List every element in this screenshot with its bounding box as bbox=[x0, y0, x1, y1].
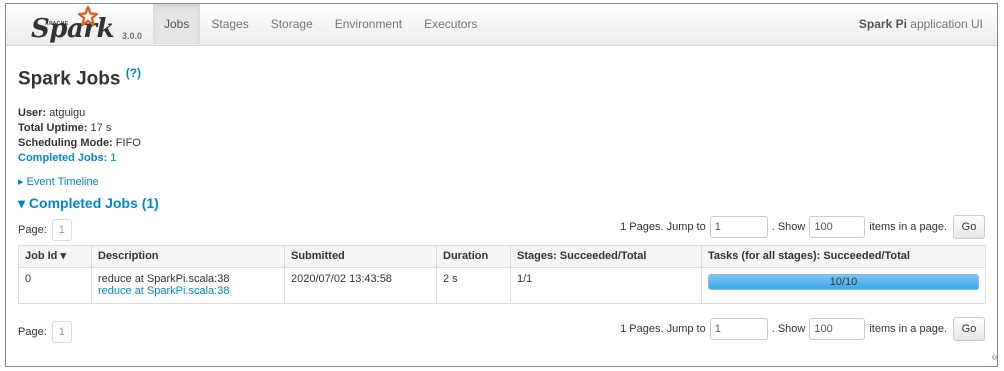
description-link[interactable]: reduce at SparkPi.scala:38 bbox=[98, 285, 229, 297]
page-label: Page: bbox=[18, 224, 47, 237]
tab-executors[interactable]: Executors bbox=[413, 4, 488, 44]
pages-text-bottom: 1 Pages. Jump to bbox=[620, 323, 706, 336]
bottom-pagination: Page: 1 1 Pages. Jump to . Show items in… bbox=[18, 314, 985, 344]
completed-jobs-link[interactable]: Completed Jobs: 1 bbox=[18, 152, 116, 164]
spark-logo[interactable]: APACHE Spark 3.0.0 bbox=[31, 6, 142, 44]
page-size-input[interactable] bbox=[809, 216, 866, 239]
app-suffix: application UI bbox=[906, 17, 983, 31]
collapse-arrow-icon[interactable]: « bbox=[991, 348, 997, 364]
tab-environment[interactable]: Environment bbox=[324, 4, 413, 44]
summary-uptime: Total Uptime: 17 s bbox=[18, 121, 985, 136]
page-label-bottom: Page: bbox=[18, 326, 47, 339]
uptime-value: 17 s bbox=[90, 122, 112, 135]
completed-jobs-toggle[interactable]: ▾ Completed Jobs (1) bbox=[18, 195, 985, 212]
page-title-text: Spark Jobs bbox=[18, 68, 121, 90]
mode-label: Scheduling Mode: bbox=[18, 137, 113, 150]
header-submitted[interactable]: Submitted bbox=[284, 245, 437, 269]
nav-tabs: Jobs Stages Storage Environment Executor… bbox=[153, 4, 488, 44]
help-link[interactable]: (?) bbox=[126, 66, 141, 80]
jump-to-page-input[interactable] bbox=[709, 216, 768, 239]
event-timeline-label: Event Timeline bbox=[26, 176, 99, 189]
cell-submitted: 2020/07/02 13:43:58 bbox=[284, 267, 437, 305]
tab-jobs[interactable]: Jobs bbox=[153, 4, 201, 44]
cell-stages: 1/1 bbox=[510, 267, 702, 305]
caret-down-icon: ▾ bbox=[18, 195, 26, 212]
navbar: APACHE Spark 3.0.0 Jobs Stages Storage E… bbox=[6, 4, 997, 46]
header-stages[interactable]: Stages: Succeeded/Total bbox=[510, 245, 702, 269]
completed-jobs-heading: Completed Jobs (1) bbox=[28, 195, 159, 212]
main-content: Spark Jobs (?) User: atguigu Total Uptim… bbox=[6, 66, 997, 344]
completed-value: 1 bbox=[110, 152, 117, 165]
spark-logo-text: APACHE Spark bbox=[31, 6, 115, 44]
tab-stages[interactable]: Stages bbox=[200, 4, 259, 44]
show-text: . Show bbox=[771, 221, 806, 234]
tab-storage[interactable]: Storage bbox=[260, 4, 324, 44]
items-text: items in a page. bbox=[869, 221, 947, 234]
page-indicator-bottom: Page: 1 bbox=[18, 321, 72, 344]
cell-job-id: 0 bbox=[18, 267, 92, 305]
spark-version: 3.0.0 bbox=[122, 31, 143, 41]
page-size-input-bottom[interactable] bbox=[809, 318, 866, 341]
page-controls-bottom: 1 Pages. Jump to . Show items in a page.… bbox=[620, 317, 985, 342]
spark-star-icon bbox=[78, 6, 98, 26]
job-summary: User: atguigu Total Uptime: 17 s Schedul… bbox=[18, 106, 985, 166]
brand-name: Spark bbox=[31, 14, 115, 44]
completed-jobs-table: Job Id ▾ Description Submitted Duration … bbox=[18, 245, 986, 305]
cell-description: reduce at SparkPi.scala:38 reduce at Spa… bbox=[91, 267, 285, 305]
cell-tasks: 10/10 bbox=[701, 267, 986, 305]
page-indicator: Page: 1 bbox=[18, 219, 72, 242]
user-value: atguigu bbox=[49, 107, 86, 120]
caret-right-icon: ▸ bbox=[18, 176, 24, 189]
header-tasks[interactable]: Tasks (for all stages): Succeeded/Total bbox=[701, 245, 986, 269]
event-timeline-toggle[interactable]: ▸ Event Timeline bbox=[18, 175, 985, 188]
app-name: Spark Pi bbox=[858, 17, 907, 31]
top-pagination: Page: 1 1 Pages. Jump to . Show items in… bbox=[18, 212, 985, 242]
go-button-bottom[interactable]: Go bbox=[953, 317, 985, 342]
cell-duration: 2 s bbox=[436, 267, 511, 305]
tasks-progress-bar: 10/10 bbox=[708, 274, 979, 291]
page-controls: 1 Pages. Jump to . Show items in a page.… bbox=[620, 215, 985, 240]
go-button[interactable]: Go bbox=[953, 215, 985, 240]
summary-mode: Scheduling Mode: FIFO bbox=[18, 136, 985, 151]
show-text-bottom: . Show bbox=[771, 323, 806, 336]
spark-ui-window: APACHE Spark 3.0.0 Jobs Stages Storage E… bbox=[5, 3, 998, 367]
header-job-id[interactable]: Job Id ▾ bbox=[18, 245, 92, 269]
summary-completed: Completed Jobs: 1 bbox=[18, 151, 985, 166]
tasks-progress-label: 10/10 bbox=[829, 276, 858, 289]
description-text: reduce at SparkPi.scala:38 bbox=[98, 273, 230, 286]
summary-user: User: atguigu bbox=[18, 106, 985, 121]
page-number-button-bottom[interactable]: 1 bbox=[51, 321, 72, 344]
apache-label: APACHE bbox=[45, 21, 69, 27]
uptime-label: Total Uptime: bbox=[18, 122, 88, 135]
table-row: 0 reduce at SparkPi.scala:38 reduce at S… bbox=[18, 267, 986, 305]
page-number-button[interactable]: 1 bbox=[51, 219, 72, 242]
user-label: User: bbox=[18, 107, 47, 120]
header-description[interactable]: Description bbox=[91, 245, 285, 269]
page-title: Spark Jobs (?) bbox=[18, 66, 985, 90]
app-title: Spark Pi application UI bbox=[859, 4, 983, 44]
completed-label: Completed Jobs: bbox=[18, 152, 108, 165]
jump-to-page-input-bottom[interactable] bbox=[709, 318, 768, 341]
mode-value: FIFO bbox=[115, 137, 141, 150]
table-header-row: Job Id ▾ Description Submitted Duration … bbox=[18, 245, 986, 269]
pages-text: 1 Pages. Jump to bbox=[620, 221, 706, 234]
items-text-bottom: items in a page. bbox=[869, 323, 947, 336]
header-duration[interactable]: Duration bbox=[436, 245, 511, 269]
